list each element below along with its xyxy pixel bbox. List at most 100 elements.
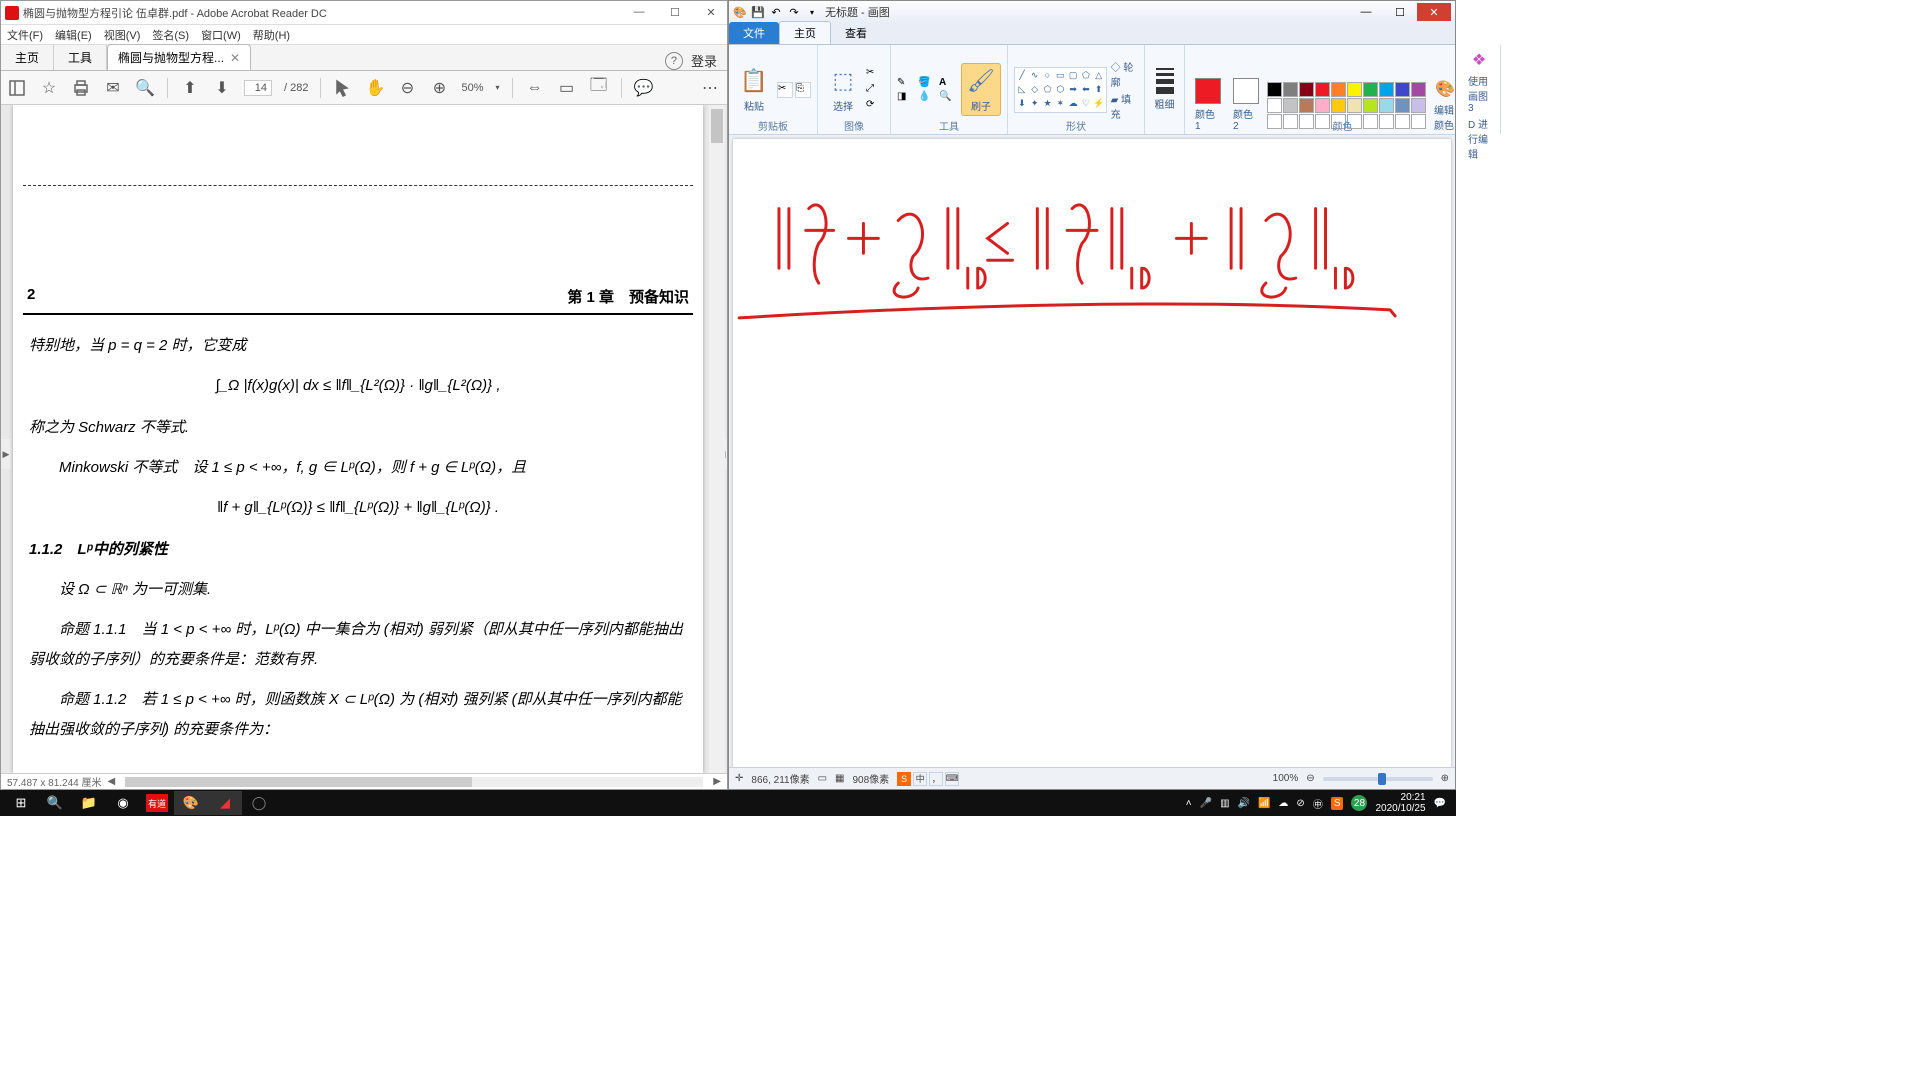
cut-icon[interactable]: ✂ xyxy=(777,82,793,98)
more-icon[interactable]: ⋯ xyxy=(701,78,721,98)
pencil-icon[interactable]: ✎ xyxy=(897,77,915,88)
palette-swatch[interactable] xyxy=(1331,98,1346,113)
zoom-thumb[interactable] xyxy=(1378,773,1386,785)
shape-poly-icon[interactable]: ⬠ xyxy=(1080,69,1092,82)
zoom-out-button[interactable]: ⊖ xyxy=(1306,773,1314,784)
close-button[interactable]: ✕ xyxy=(1417,3,1451,21)
shape-oval-icon[interactable]: ○ xyxy=(1042,69,1054,82)
tab-document[interactable]: 椭圆与抛物型方程... ✕ xyxy=(107,44,251,70)
zoom-out-icon[interactable]: ⊖ xyxy=(397,78,417,98)
comment-icon[interactable]: 💬 xyxy=(634,78,654,98)
shape-gallery[interactable]: ╱∿○▭▢⬠△ ◺◇⬠⬡➡⬅⬆ ⬇✦★✶☁♡⚡ xyxy=(1014,67,1107,113)
palette-swatch[interactable] xyxy=(1299,98,1314,113)
brush-button[interactable]: 🖌 刷子 xyxy=(961,63,1001,116)
shape-heart-icon[interactable]: ♡ xyxy=(1080,97,1092,110)
star-icon[interactable]: ☆ xyxy=(39,78,59,98)
palette-swatch[interactable] xyxy=(1315,98,1330,113)
hscroll-right-icon[interactable]: ▶ xyxy=(713,776,721,787)
login-link[interactable]: 登录 xyxy=(691,51,717,70)
zoom-in-icon[interactable]: ⊕ xyxy=(429,78,449,98)
zoom-dropdown-icon[interactable]: ▾ xyxy=(496,83,500,92)
tray-badge[interactable]: 28 xyxy=(1351,795,1367,811)
sidebar-icon[interactable] xyxy=(7,78,27,98)
size-button[interactable]: 粗细 xyxy=(1150,66,1180,113)
tab-file[interactable]: 文件 xyxy=(729,22,779,44)
help-icon[interactable]: ? xyxy=(665,52,683,70)
menu-sign[interactable]: 签名(S) xyxy=(152,27,189,43)
left-panel-toggle[interactable]: ▶ xyxy=(1,439,11,469)
tab-view[interactable]: 查看 xyxy=(831,22,881,44)
notifications-icon[interactable]: 💬 xyxy=(1434,798,1446,809)
paste-button[interactable]: 📋 粘贴 xyxy=(735,64,773,115)
maximize-button[interactable]: ☐ xyxy=(1383,3,1417,21)
qa-dropdown-icon[interactable]: ▾ xyxy=(805,5,819,19)
shape-fill-button[interactable]: ▰ 填充 xyxy=(1111,91,1138,121)
rotate-icon[interactable]: ⟳ xyxy=(866,99,884,113)
chrome-button[interactable]: ◉ xyxy=(106,791,140,815)
shape-callout-icon[interactable]: ☁ xyxy=(1067,97,1079,110)
explorer-button[interactable]: 📁 xyxy=(72,791,106,815)
zoom-in-button[interactable]: ⊕ xyxy=(1441,773,1449,784)
page-up-icon[interactable]: ⬆ xyxy=(180,78,200,98)
copy-icon[interactable]: ⎘ xyxy=(795,82,811,98)
shape-star5-icon[interactable]: ★ xyxy=(1042,97,1054,110)
menu-file[interactable]: 文件(F) xyxy=(7,27,43,43)
palette-swatch[interactable] xyxy=(1267,98,1282,113)
menu-edit[interactable]: 编辑(E) xyxy=(55,27,92,43)
save-icon[interactable]: 💾 xyxy=(751,5,765,19)
shape-star6-icon[interactable]: ✶ xyxy=(1054,97,1066,110)
fit-width-icon[interactable]: ⇔ xyxy=(525,78,545,98)
read-mode-icon[interactable]: 🗔 xyxy=(589,78,609,98)
palette-swatch[interactable] xyxy=(1379,98,1394,113)
resize-icon[interactable]: ⤢ xyxy=(866,83,884,97)
select-tool-icon[interactable] xyxy=(333,78,353,98)
obs-button[interactable]: ◯ xyxy=(242,791,276,815)
hscroll-thumb[interactable] xyxy=(125,777,472,787)
close-button[interactable]: ✕ xyxy=(699,6,723,19)
tray-mic-icon[interactable]: 🎤 xyxy=(1200,798,1212,809)
paint-canvas[interactable] xyxy=(733,139,1451,767)
palette-swatch[interactable] xyxy=(1363,98,1378,113)
shape-rect-icon[interactable]: ▭ xyxy=(1054,69,1066,82)
eraser-icon[interactable]: ◨ xyxy=(897,91,915,102)
palette-swatch[interactable] xyxy=(1283,98,1298,113)
undo-icon[interactable]: ↶ xyxy=(769,5,783,19)
hand-tool-icon[interactable]: ✋ xyxy=(365,78,385,98)
tab-home[interactable]: 主页 xyxy=(779,21,831,44)
tray-network-icon[interactable]: 📶 xyxy=(1258,798,1270,809)
shape-curve-icon[interactable]: ∿ xyxy=(1029,69,1041,82)
palette-swatch[interactable] xyxy=(1299,82,1314,97)
shape-darrow-icon[interactable]: ⬇ xyxy=(1016,97,1028,110)
shape-hex-icon[interactable]: ⬡ xyxy=(1054,83,1066,96)
shape-diamond-icon[interactable]: ◇ xyxy=(1029,83,1041,96)
palette-swatch[interactable] xyxy=(1411,98,1426,113)
paint-taskbar-button[interactable]: 🎨 xyxy=(174,791,208,815)
palette-swatch[interactable] xyxy=(1411,82,1426,97)
palette-swatch[interactable] xyxy=(1283,82,1298,97)
page-down-icon[interactable]: ⬇ xyxy=(212,78,232,98)
mail-icon[interactable]: ✉ xyxy=(103,78,123,98)
print-icon[interactable] xyxy=(71,78,91,98)
shape-rarrow-icon[interactable]: ➡ xyxy=(1067,83,1079,96)
select-button[interactable]: ⬚ 选择 xyxy=(824,64,862,115)
minimize-button[interactable]: — xyxy=(627,6,651,19)
menu-window[interactable]: 窗口(W) xyxy=(201,27,241,43)
taskbar-clock[interactable]: 20:21 2020/10/25 xyxy=(1375,792,1425,814)
search-icon[interactable]: 🔍 xyxy=(135,78,155,98)
shape-larrow-icon[interactable]: ⬅ xyxy=(1080,83,1092,96)
ime-indicator[interactable]: S 中 ， ⌨ xyxy=(897,772,959,786)
tab-home[interactable]: 主页 xyxy=(1,45,54,70)
palette-swatch[interactable] xyxy=(1395,82,1410,97)
shape-outline-button[interactable]: ◇ 轮廓 xyxy=(1111,59,1138,89)
acrobat-taskbar-button[interactable]: ◢ xyxy=(208,791,242,815)
tray-security-icon[interactable]: ⊘ xyxy=(1296,798,1304,809)
tray-lang-icon[interactable]: ㊥ xyxy=(1313,796,1323,811)
paint-app-icon[interactable]: 🎨 xyxy=(733,5,747,19)
palette-swatch[interactable] xyxy=(1347,98,1362,113)
picker-icon[interactable]: 💧 xyxy=(918,91,936,102)
shape-star4-icon[interactable]: ✦ xyxy=(1029,97,1041,110)
horizontal-scrollbar[interactable] xyxy=(125,777,703,787)
shape-pent-icon[interactable]: ⬠ xyxy=(1042,83,1054,96)
shape-line-icon[interactable]: ╱ xyxy=(1016,69,1028,82)
tab-tools[interactable]: 工具 xyxy=(54,45,107,70)
